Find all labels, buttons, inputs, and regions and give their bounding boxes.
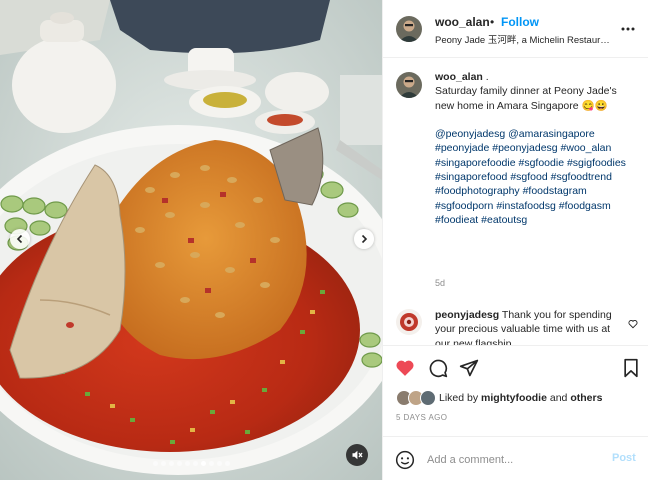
smiley-icon: [395, 450, 415, 470]
restaurant-avatar-icon: [396, 309, 422, 335]
heart-outline-icon: [628, 320, 638, 329]
post-author-username[interactable]: woo_alan: [435, 15, 490, 29]
bookmark-icon: [624, 358, 638, 378]
caption-text: Saturday family dinner at Peony Jade's n…: [435, 85, 617, 112]
carousel-dot: [176, 461, 182, 466]
comment-like-button[interactable]: [628, 316, 638, 334]
heart-filled-icon: [396, 360, 414, 376]
carousel-dot: [160, 461, 166, 466]
user-avatar-icon: [396, 72, 422, 98]
follow-button[interactable]: Follow: [501, 15, 539, 29]
liked-by-and: and: [549, 392, 568, 404]
comment-username[interactable]: peonyjadesg: [435, 309, 499, 321]
liked-by-user[interactable]: mightyfoodie: [481, 392, 547, 404]
hashtag-link[interactable]: #peonyjade: [435, 142, 489, 154]
food-photo: [0, 0, 382, 480]
post-location[interactable]: Peony Jade 玉河畔, a Michelin Restaurant: [435, 32, 613, 46]
liked-by-prefix: Liked by: [439, 392, 479, 404]
hashtag-link[interactable]: #foodstagram: [523, 185, 587, 197]
caption-line1: .: [485, 71, 489, 83]
mute-button[interactable]: [346, 444, 368, 466]
paper-plane-icon: [459, 359, 479, 377]
carousel-dot: [200, 461, 206, 466]
comment-bubble-icon: [429, 359, 448, 378]
save-button[interactable]: [621, 358, 641, 378]
carousel-dot: [184, 461, 190, 466]
carousel-next-button[interactable]: [354, 229, 374, 249]
liked-by-others[interactable]: others: [570, 392, 602, 404]
liker-avatars[interactable]: [396, 390, 440, 406]
hashtag-link[interactable]: #sgfoodtrend: [551, 171, 612, 183]
carousel-dot: [168, 461, 174, 466]
carousel-dot: [208, 461, 214, 466]
hashtag-link[interactable]: #woo_alan: [561, 142, 612, 154]
speaker-muted-icon: [352, 450, 363, 460]
caption-timestamp[interactable]: 5d: [435, 278, 445, 288]
header-separator: •: [490, 15, 495, 29]
comments-section[interactable]: woo_alan . Saturday family dinner at Peo…: [383, 58, 648, 345]
avatar: [420, 390, 436, 406]
comment-item: peonyjadesg Thank you for spending your …: [435, 308, 625, 345]
post-media[interactable]: [0, 0, 382, 480]
hashtag-link[interactable]: #sgigfoodies: [567, 157, 626, 169]
chevron-left-icon: [16, 234, 23, 244]
share-button[interactable]: [459, 358, 479, 378]
hashtag-link[interactable]: #eatoutsg: [481, 214, 527, 226]
hashtag-link[interactable]: #foodgasm: [559, 200, 611, 212]
carousel-indicators: [0, 461, 382, 466]
hashtag-link[interactable]: #sgfoodie: [519, 157, 565, 169]
avatar[interactable]: [396, 16, 422, 42]
avatar[interactable]: [396, 309, 422, 335]
hashtag-link[interactable]: @amarasingapore: [508, 128, 595, 140]
hashtag-link[interactable]: #peonyjadesg: [492, 142, 557, 154]
user-avatar-icon: [396, 16, 422, 42]
comment-input[interactable]: [427, 450, 597, 470]
more-options-button[interactable]: [619, 20, 637, 38]
post-comment-button[interactable]: Post: [612, 452, 636, 464]
liked-by-summary[interactable]: Liked by mightyfoodie and others: [439, 392, 602, 404]
comment-button[interactable]: [428, 358, 448, 378]
post-actions: Liked by mightyfoodie and others 5 DAYS …: [383, 345, 648, 480]
hashtag-link[interactable]: #foodieat: [435, 214, 478, 226]
carousel-dot: [152, 461, 158, 466]
caption-hashtags: @peonyjadesg @amarasingapore #peonyjade …: [435, 127, 635, 227]
carousel-dot: [224, 461, 230, 466]
hashtag-link[interactable]: #singaporefoodie: [435, 157, 516, 169]
hashtag-link[interactable]: #instafoodsg: [496, 200, 556, 212]
hashtag-link[interactable]: #sgfood: [510, 171, 547, 183]
carousel-dot: [192, 461, 198, 466]
post-sidebar: woo_alan • Follow Peony Jade 玉河畔, a Mich…: [382, 0, 648, 480]
chevron-right-icon: [361, 234, 368, 244]
post-caption: woo_alan . Saturday family dinner at Peo…: [435, 70, 635, 227]
post-timestamp[interactable]: 5 DAYS AGO: [396, 413, 447, 422]
hashtag-link[interactable]: #singaporefood: [435, 171, 507, 183]
carousel-prev-button[interactable]: [10, 229, 30, 249]
avatar[interactable]: [396, 72, 422, 98]
post-header: woo_alan • Follow Peony Jade 玉河畔, a Mich…: [383, 0, 648, 58]
hashtag-link[interactable]: #sgfoodporn: [435, 200, 493, 212]
emoji-button[interactable]: [395, 450, 415, 470]
carousel-dot: [216, 461, 222, 466]
hashtag-link[interactable]: @peonyjadesg: [435, 128, 505, 140]
caption-username[interactable]: woo_alan: [435, 71, 483, 83]
hashtag-link[interactable]: #foodphotography: [435, 185, 520, 197]
add-comment-bar: Post: [383, 436, 648, 480]
more-horizontal-icon: [621, 27, 635, 31]
like-button[interactable]: [395, 358, 415, 378]
